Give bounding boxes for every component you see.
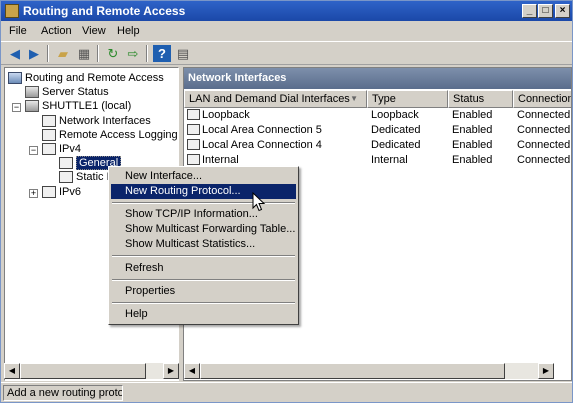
menu-bar: File Action View Help bbox=[1, 22, 572, 41]
menu-separator bbox=[112, 302, 295, 304]
collapse-toggle[interactable]: − bbox=[29, 146, 38, 155]
menu-separator bbox=[112, 279, 295, 281]
toolbar-separator bbox=[146, 45, 148, 62]
menu-separator bbox=[112, 255, 295, 257]
network-interface-icon bbox=[42, 115, 56, 127]
network-icon bbox=[42, 186, 56, 198]
tree-network-interfaces[interactable]: Network Interfaces bbox=[42, 114, 151, 128]
scroll-thumb[interactable] bbox=[200, 363, 505, 379]
scroll-left-button[interactable]: ◀ bbox=[4, 363, 20, 379]
toolbar: ◀ ▶ ▰ ▦ ↻ ⇨ ? ▤ bbox=[1, 41, 572, 65]
menu-help[interactable]: Help bbox=[117, 25, 140, 37]
menu-item-properties[interactable]: Properties bbox=[111, 284, 296, 299]
scroll-right-button[interactable]: ▶ bbox=[538, 363, 554, 379]
tree-remote-access-logging[interactable]: Remote Access Logging & P bbox=[42, 128, 178, 142]
help-icon[interactable]: ? bbox=[153, 45, 171, 62]
collapse-toggle[interactable]: − bbox=[12, 103, 21, 112]
expand-toggle[interactable]: + bbox=[29, 189, 38, 198]
toolbar-separator bbox=[47, 45, 49, 62]
properties-icon[interactable]: ▤ bbox=[174, 45, 192, 62]
scroll-left-button[interactable]: ◀ bbox=[184, 363, 200, 379]
menu-separator bbox=[112, 202, 295, 204]
table-row[interactable]: Loopback Loopback Enabled Connected bbox=[184, 108, 571, 123]
table-row[interactable]: Local Area Connection 4 Dedicated Enable… bbox=[184, 138, 571, 153]
menu-item-new-routing-protocol[interactable]: New Routing Protocol... bbox=[111, 184, 296, 199]
tree-ipv6[interactable]: IPv6 bbox=[42, 185, 81, 199]
table-row[interactable]: Local Area Connection 5 Dedicated Enable… bbox=[184, 123, 571, 138]
window-title: Routing and Remote Access bbox=[23, 4, 186, 18]
interface-icon bbox=[187, 154, 200, 165]
refresh-icon[interactable]: ↻ bbox=[104, 45, 122, 62]
column-header-status[interactable]: Status bbox=[448, 90, 513, 108]
interface-icon bbox=[187, 124, 200, 135]
minimize-button[interactable]: _ bbox=[522, 4, 537, 18]
menu-item-show-multicast-stats[interactable]: Show Multicast Statistics... bbox=[111, 237, 296, 252]
scroll-thumb[interactable] bbox=[20, 363, 146, 379]
up-folder-icon[interactable]: ▰ bbox=[54, 45, 72, 62]
tree-root[interactable]: Routing and Remote Access bbox=[8, 71, 164, 85]
interface-icon bbox=[187, 109, 200, 120]
menu-item-show-multicast-forwarding[interactable]: Show Multicast Forwarding Table... bbox=[111, 222, 296, 237]
details-horizontal-scrollbar[interactable]: ◀ ▶ bbox=[184, 363, 554, 379]
menu-view[interactable]: View bbox=[82, 25, 106, 37]
menu-file[interactable]: File bbox=[9, 25, 27, 37]
close-button[interactable]: × bbox=[555, 4, 570, 18]
context-menu: New Interface... New Routing Protocol...… bbox=[108, 166, 299, 325]
interface-icon bbox=[187, 139, 200, 150]
column-header-type[interactable]: Type bbox=[367, 90, 448, 108]
forward-arrow-icon[interactable]: ▶ bbox=[25, 45, 43, 62]
network-icon bbox=[42, 143, 56, 155]
computer-icon bbox=[8, 72, 22, 84]
tree-ipv4[interactable]: IPv4 bbox=[42, 142, 81, 156]
app-icon bbox=[5, 4, 19, 18]
menu-item-new-interface[interactable]: New Interface... bbox=[111, 169, 296, 184]
menu-item-help[interactable]: Help bbox=[111, 307, 296, 322]
tree-server-status[interactable]: Server Status bbox=[25, 85, 109, 99]
tree-static-routes[interactable]: Static R bbox=[59, 170, 115, 184]
sort-arrow-icon: ▼ bbox=[350, 94, 358, 103]
server-icon bbox=[25, 100, 39, 112]
status-bar: Add a new routing protocol bbox=[1, 382, 572, 402]
menu-action[interactable]: Action bbox=[41, 25, 72, 37]
status-text: Add a new routing protocol bbox=[3, 385, 123, 401]
maximize-button[interactable]: □ bbox=[538, 4, 553, 18]
column-header-name[interactable]: LAN and Demand Dial Interfaces ▼ bbox=[184, 90, 367, 108]
back-arrow-icon[interactable]: ◀ bbox=[6, 45, 24, 62]
toolbar-separator bbox=[97, 45, 99, 62]
pane-title: Network Interfaces bbox=[184, 68, 571, 89]
server-icon bbox=[25, 86, 39, 98]
column-header-connection[interactable]: Connection bbox=[513, 90, 571, 108]
menu-item-show-tcpip-info[interactable]: Show TCP/IP Information... bbox=[111, 207, 296, 222]
export-list-icon[interactable]: ⇨ bbox=[124, 45, 142, 62]
menu-item-refresh[interactable]: Refresh bbox=[111, 261, 296, 276]
title-bar[interactable]: Routing and Remote Access _ □ × bbox=[1, 1, 572, 21]
main-window: Routing and Remote Access _ □ × File Act… bbox=[0, 0, 573, 403]
tree-server[interactable]: SHUTTLE1 (local) bbox=[25, 99, 131, 113]
logging-icon bbox=[42, 129, 56, 141]
network-icon bbox=[59, 171, 73, 183]
tree-horizontal-scrollbar[interactable]: ◀ ▶ bbox=[4, 363, 179, 379]
scroll-right-button[interactable]: ▶ bbox=[163, 363, 179, 379]
mouse-pointer-icon bbox=[252, 192, 266, 212]
network-icon bbox=[59, 157, 73, 169]
show-hide-tree-icon[interactable]: ▦ bbox=[75, 45, 93, 62]
